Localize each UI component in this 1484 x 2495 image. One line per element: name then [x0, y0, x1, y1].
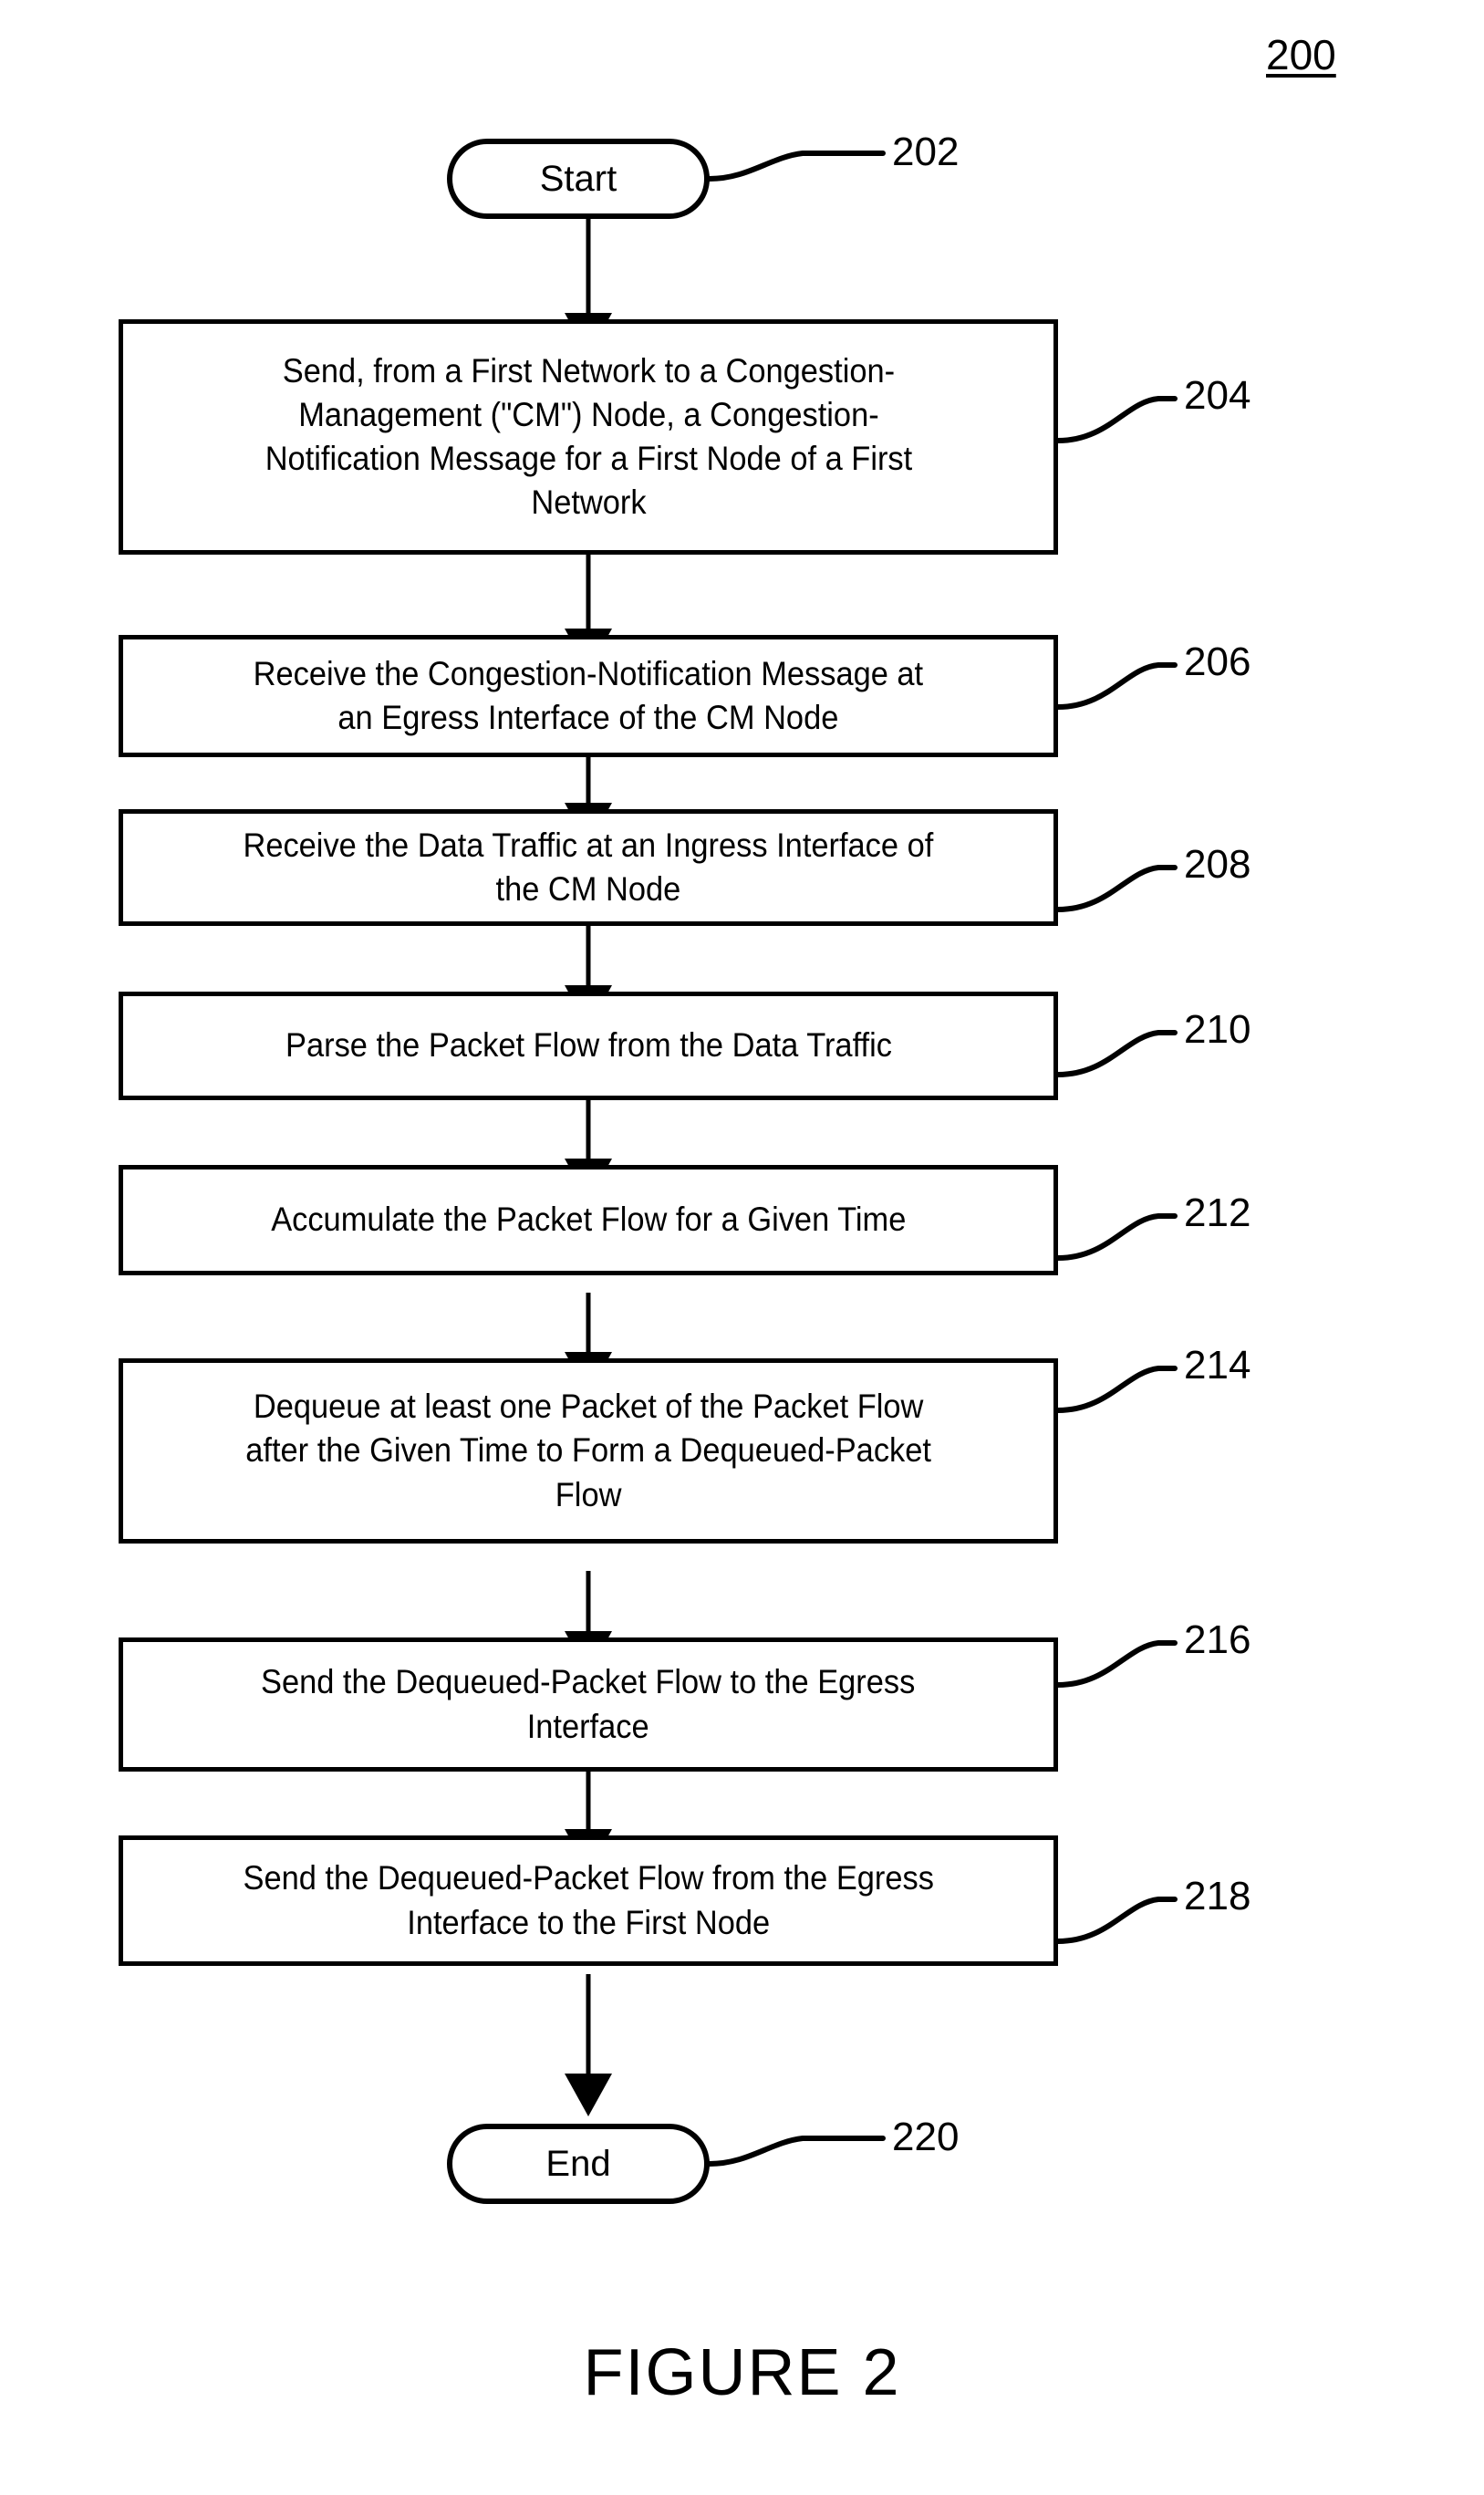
process-box-218: Send the Dequeued-Packet Flow from the E… — [119, 1835, 1058, 1966]
leader-218 — [1055, 1897, 1178, 1944]
process-box-208: Receive the Data Traffic at an Ingress I… — [119, 809, 1058, 926]
leader-212 — [1055, 1213, 1178, 1261]
start-terminal-label: Start — [539, 159, 617, 199]
process-box-218-text: Send the Dequeued-Packet Flow from the E… — [243, 1859, 934, 1941]
figure-caption: FIGURE 2 — [583, 2336, 901, 2409]
leader-216 — [1055, 1640, 1178, 1688]
ref-numeral-216: 216 — [1184, 1617, 1251, 1662]
process-box-206-text: Receive the Congestion-Notification Mess… — [253, 654, 924, 736]
ref-numeral-204: 204 — [1184, 373, 1251, 418]
ref-numeral-206: 206 — [1184, 639, 1251, 684]
ref-numeral-218: 218 — [1184, 1874, 1251, 1918]
ref-numeral-210: 210 — [1184, 1007, 1251, 1052]
process-box-216-text: Send the Dequeued-Packet Flow to the Egr… — [261, 1663, 916, 1745]
ref-numeral-212: 212 — [1184, 1190, 1251, 1235]
process-box-212-text: Accumulate the Packet Flow for a Given T… — [270, 1201, 907, 1239]
start-terminal: Start — [447, 139, 710, 219]
process-box-214: Dequeue at least one Packet of the Packe… — [119, 1358, 1058, 1544]
leader-202 — [707, 151, 886, 182]
process-box-210-text: Parse the Packet Flow from the Data Traf… — [285, 1026, 892, 1065]
leader-220 — [707, 2136, 886, 2167]
ref-numeral-220: 220 — [892, 2115, 960, 2159]
process-box-216: Send the Dequeued-Packet Flow to the Egr… — [119, 1637, 1058, 1772]
process-box-212: Accumulate the Packet Flow for a Given T… — [119, 1165, 1058, 1275]
process-box-206: Receive the Congestion-Notification Mess… — [119, 635, 1058, 757]
leader-208 — [1055, 865, 1178, 912]
process-box-210: Parse the Packet Flow from the Data Traf… — [119, 992, 1058, 1100]
leader-210 — [1055, 1030, 1178, 1077]
process-box-214-text: Dequeue at least one Packet of the Packe… — [245, 1388, 931, 1513]
leader-204 — [1055, 396, 1178, 443]
figure-page: 200 Start 202 Send, from a First Network… — [0, 0, 1484, 2495]
ref-numeral-214: 214 — [1184, 1343, 1251, 1388]
end-terminal-label: End — [545, 2144, 611, 2184]
end-terminal: End — [447, 2124, 710, 2204]
leader-206 — [1055, 662, 1178, 710]
figure-number: 200 — [1266, 31, 1336, 78]
ref-numeral-208: 208 — [1184, 842, 1251, 887]
leader-214 — [1055, 1366, 1178, 1413]
process-box-204-text: Send, from a First Network to a Congesti… — [265, 351, 912, 522]
process-box-204: Send, from a First Network to a Congesti… — [119, 319, 1058, 555]
ref-numeral-202: 202 — [892, 130, 960, 174]
process-box-208-text: Receive the Data Traffic at an Ingress I… — [243, 826, 934, 908]
